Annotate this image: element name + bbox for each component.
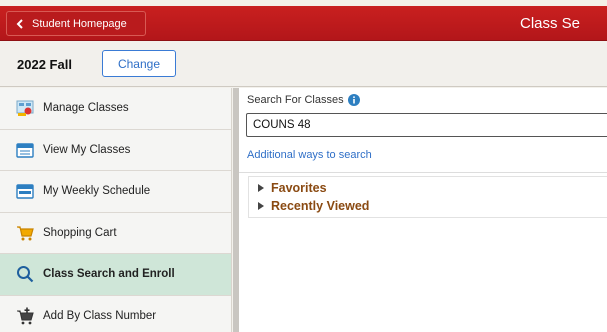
- sidebar-item-shopping-cart[interactable]: Shopping Cart: [0, 213, 231, 254]
- manage-classes-icon: [16, 100, 34, 117]
- student-homepage-label: Student Homepage: [32, 17, 127, 30]
- sidebar-item-class-search-and-enroll[interactable]: Class Search and Enroll: [0, 254, 231, 296]
- sidebar-item-label: Add By Class Number: [43, 309, 157, 322]
- sidebar-item-label: Class Search and Enroll: [43, 268, 175, 281]
- search-for-classes-label: Search For Classes: [247, 94, 344, 106]
- header-banner: Student Homepage Class Se: [0, 6, 607, 41]
- saved-searches-group: Favorites Recently Viewed: [248, 176, 607, 218]
- calendar-icon: [16, 143, 34, 158]
- search-panel: Search For Classes Additional ways to se…: [239, 88, 607, 332]
- caret-right-icon: [258, 184, 264, 192]
- page-title: Class Se: [520, 15, 581, 32]
- sidebar-item-manage-classes[interactable]: Manage Classes: [0, 88, 231, 130]
- shopping-cart-icon: [17, 226, 34, 241]
- sidebar-item-label: My Weekly Schedule: [43, 185, 151, 198]
- sidebar-item-add-by-class-number[interactable]: Add By Class Number: [0, 296, 231, 332]
- search-input[interactable]: [246, 113, 607, 137]
- additional-ways-to-search-link[interactable]: Additional ways to search: [247, 149, 372, 161]
- sidebar: Manage Classes View My Classes My Weekly…: [0, 88, 232, 332]
- term-bar: 2022 Fall Change: [0, 42, 607, 87]
- caret-right-icon: [258, 202, 264, 210]
- sidebar-item-label: Shopping Cart: [43, 226, 117, 239]
- sidebar-item-my-weekly-schedule[interactable]: My Weekly Schedule: [0, 171, 231, 213]
- favorites-label: Favorites: [271, 181, 327, 195]
- favorites-toggle[interactable]: Favorites: [257, 179, 327, 197]
- search-icon: [17, 266, 34, 283]
- search-label-row: Search For Classes: [247, 94, 360, 106]
- recently-viewed-label: Recently Viewed: [271, 199, 370, 213]
- student-homepage-button[interactable]: Student Homepage: [6, 11, 146, 36]
- sidebar-item-view-my-classes[interactable]: View My Classes: [0, 130, 231, 171]
- sidebar-item-label: Manage Classes: [43, 102, 129, 115]
- sidebar-item-label: View My Classes: [43, 143, 131, 156]
- recently-viewed-toggle[interactable]: Recently Viewed: [257, 197, 369, 215]
- chevron-left-icon: [16, 18, 23, 29]
- divider: [239, 172, 607, 173]
- add-to-cart-icon: [17, 307, 34, 325]
- term-label: 2022 Fall: [17, 57, 72, 72]
- calendar-icon: [16, 184, 34, 199]
- change-term-button[interactable]: Change: [102, 50, 176, 77]
- info-icon[interactable]: [347, 94, 360, 106]
